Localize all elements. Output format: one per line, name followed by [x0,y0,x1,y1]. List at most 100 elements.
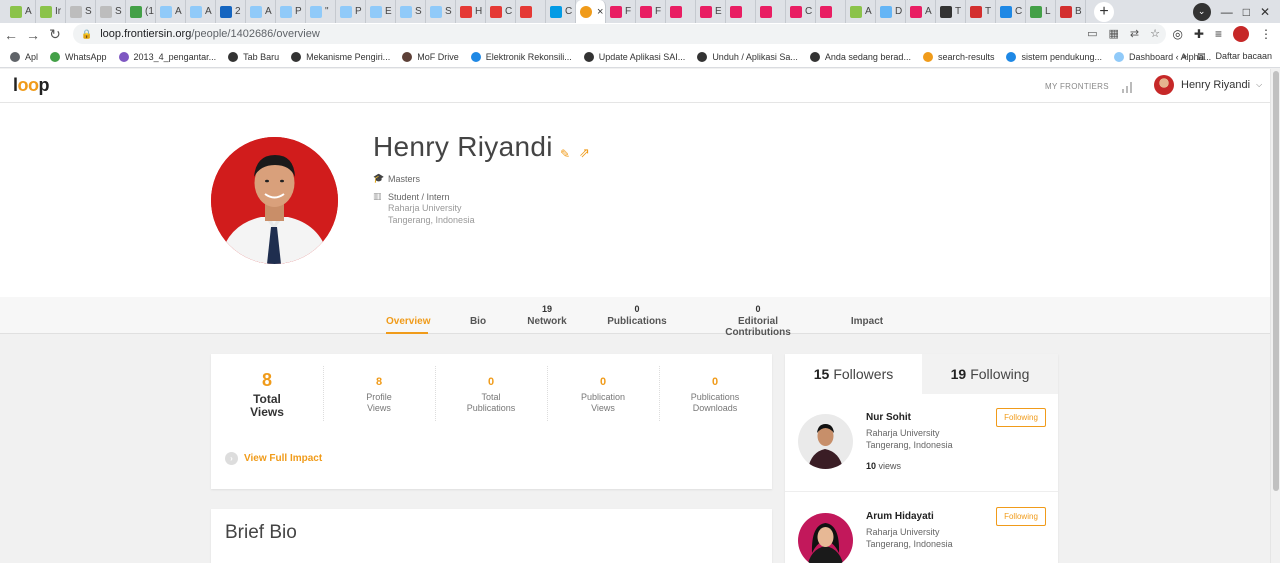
browser-tab[interactable]: A [246,0,276,23]
browser-tab[interactable] [756,0,786,23]
browser-tab[interactable]: A [156,0,186,23]
browser-tab[interactable]: P [336,0,366,23]
browser-tab[interactable]: S [66,0,96,23]
browser-tab[interactable]: F [636,0,666,23]
address-bar[interactable]: 🔒 loop.frontiersin.org/people/1402686/ov… [73,24,1166,44]
browser-tab[interactable]: C [786,0,816,23]
browser-tab[interactable]: A [186,0,216,23]
forward-arrow-icon[interactable]: → [22,27,44,43]
globe-icon[interactable]: ◎ [1172,27,1182,41]
bookmarks-more-icon[interactable]: » [1182,51,1187,62]
new-tab-button[interactable]: + [1094,1,1114,22]
bookmark-item[interactable]: Elektronik Rekonsili... [470,51,572,62]
tab-impact[interactable]: Impact [849,297,885,334]
browser-tab[interactable]: B [1056,0,1086,23]
browser-tab[interactable]: A [6,0,36,23]
cast-icon[interactable]: ▭ [1087,27,1097,40]
list-item[interactable]: Nur Sohit Raharja University Tangerang, … [785,394,1058,492]
edit-pencil-icon[interactable]: ✎ [560,147,570,161]
bookmark-item[interactable]: Anda sedang berad... [809,51,911,62]
user-menu[interactable]: Henry Riyandi ⌵ [1154,75,1262,95]
reading-list-icon[interactable]: ▤ [1197,51,1206,62]
following-button[interactable]: Following [996,507,1046,526]
browser-tab[interactable] [816,0,846,23]
reading-list-label[interactable]: Daftar bacaan [1215,51,1272,62]
view-full-impact-link[interactable]: › View Full Impact [225,452,322,465]
browser-tab[interactable]: 2 [216,0,246,23]
reload-icon[interactable]: ↻ [44,26,66,43]
stat-label: Publications Downloads [690,392,740,413]
more-menu-icon[interactable]: ⋮ [1260,27,1272,41]
following-button[interactable]: Following [996,408,1046,427]
browser-tab[interactable]: Ir [36,0,66,23]
bookmark-item[interactable]: Mekanisme Pengiri... [291,51,390,62]
page-scrollbar[interactable] [1270,69,1280,563]
browser-tab[interactable]: P [276,0,306,23]
browser-tab[interactable]: H [456,0,486,23]
browser-tab[interactable]: (1 [126,0,156,23]
my-frontiers-link[interactable]: MY FRONTIERS [1045,82,1109,91]
maximize-button[interactable]: □ [1243,5,1250,19]
browser-tab[interactable]: L [1026,0,1056,23]
browser-tab[interactable]: S [426,0,456,23]
browser-tab[interactable]: C [996,0,1026,23]
media-icon[interactable]: ≡ [1215,27,1222,41]
tab-followers[interactable]: 15 Followers [785,354,922,394]
tab-favicon-icon [490,5,502,18]
browser-tab[interactable]: D [876,0,906,23]
bookmark-item[interactable]: Update Aplikasi SAI... [583,51,685,62]
close-window-button[interactable]: ✕ [1260,5,1270,19]
scrollbar-thumb[interactable] [1273,71,1279,491]
tab-search-icon[interactable]: ⌄ [1192,2,1211,21]
browser-tab[interactable]: C [486,0,516,23]
browser-tab[interactable]: C [546,0,576,23]
browser-tab[interactable] [666,0,696,23]
browser-tab[interactable]: A [846,0,876,23]
qr-icon[interactable]: ▦ [1109,27,1119,40]
browser-tab[interactable] [516,0,546,23]
browser-tab[interactable]: T [936,0,966,23]
browser-tab-label: C [565,6,573,17]
tab-overview[interactable]: Overview [386,297,430,334]
puzzle-icon[interactable]: ✚ [1194,27,1204,41]
tab-network[interactable]: 19 Network [525,297,569,334]
bookmark-item[interactable]: MoF Drive [402,51,459,62]
close-tab-icon[interactable]: × [597,6,603,18]
browser-tab[interactable]: F [606,0,636,23]
tab-following[interactable]: 19 Following [922,354,1058,394]
bookmark-icon [118,51,129,62]
tab-publications[interactable]: 0 Publications [607,297,667,334]
browser-tab[interactable]: T [966,0,996,23]
bookmark-item[interactable]: WhatsApp [50,51,107,62]
bookmark-item[interactable]: Apl [10,51,38,62]
browser-tab[interactable]: A [906,0,936,23]
browser-tab[interactable]: E [366,0,396,23]
bookmark-item[interactable]: Tab Baru [228,51,279,62]
bookmark-item[interactable]: sistem pendukung... [1006,51,1102,62]
minimize-button[interactable]: — [1221,5,1233,19]
bookmark-item[interactable]: search-results [922,51,994,62]
share-icon[interactable]: ⇗ [579,145,590,161]
bookmark-item[interactable]: 2013_4_pengantar... [118,51,216,62]
list-item[interactable]: Arum Hidayati Raharja University Tangera… [785,493,1058,563]
browser-tab[interactable] [726,0,756,23]
profile-avatar-icon[interactable] [1233,26,1249,42]
translate-icon[interactable]: ⇄ [1130,27,1139,40]
stats-bar-icon[interactable] [1122,81,1134,93]
follower-name[interactable]: Arum Hidayati [866,511,934,522]
browser-tab-label: " [325,6,329,17]
browser-tab[interactable]: S [396,0,426,23]
browser-tab-label: 2 [235,6,241,17]
browser-tab[interactable]: E [696,0,726,23]
back-arrow-icon[interactable]: ← [0,27,22,43]
browser-tab-active[interactable]: × [576,0,606,23]
star-icon[interactable]: ☆ [1150,27,1160,40]
browser-tab[interactable]: S [96,0,126,23]
follower-avatar [798,414,853,469]
tab-editorial-contributions[interactable]: 0 Editorial Contributions [705,297,811,338]
tab-bio[interactable]: Bio [468,297,488,334]
loop-logo[interactable]: loop [13,75,49,96]
bookmark-item[interactable]: Unduh / Aplikasi Sa... [697,51,798,62]
follower-name[interactable]: Nur Sohit [866,412,911,423]
browser-tab[interactable]: " [306,0,336,23]
